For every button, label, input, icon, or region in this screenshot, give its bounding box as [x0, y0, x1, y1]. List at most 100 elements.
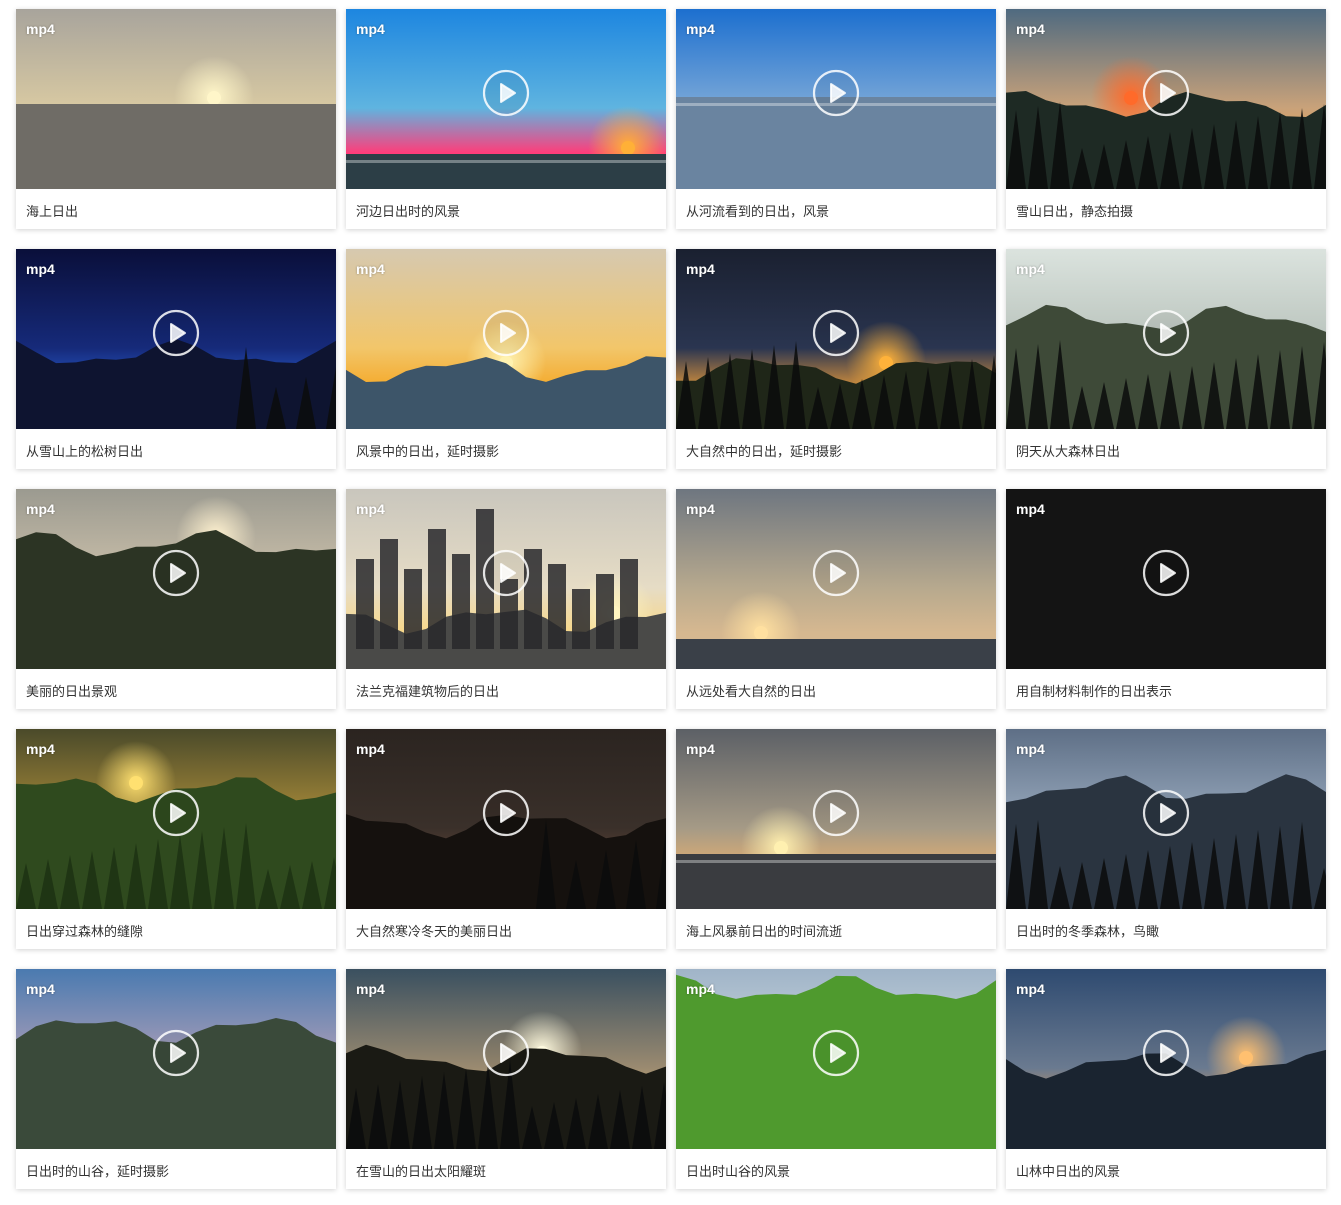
video-title[interactable]: 日出穿过森林的缝隙	[26, 921, 143, 940]
format-badge: mp4	[686, 981, 715, 997]
video-title[interactable]: 大自然寒冷冬天的美丽日出	[356, 921, 512, 940]
video-thumbnail[interactable]: mp4	[1006, 729, 1326, 909]
video-title[interactable]: 在雪山的日出太阳耀斑	[356, 1161, 486, 1180]
video-thumbnail[interactable]: mp4	[676, 9, 996, 189]
play-icon[interactable]	[152, 789, 200, 837]
play-icon[interactable]	[812, 1029, 860, 1077]
video-card-20[interactable]: mp4 山林中日出的风景	[1006, 969, 1326, 1189]
format-badge: mp4	[26, 501, 55, 517]
format-badge: mp4	[356, 21, 385, 37]
video-card-9[interactable]: mp4 美丽的日出景观	[16, 489, 336, 709]
video-card-18[interactable]: mp4 在雪山的日出太阳耀斑	[346, 969, 666, 1189]
video-title[interactable]: 法兰克福建筑物后的日出	[356, 681, 499, 700]
format-badge: mp4	[356, 261, 385, 277]
video-title[interactable]: 河边日出时的风景	[356, 201, 460, 220]
video-card-5[interactable]: mp4 从雪山上的松树日出	[16, 249, 336, 469]
video-thumbnail[interactable]: mp4	[1006, 9, 1326, 189]
video-title[interactable]: 日出时的冬季森林，鸟瞰	[1016, 921, 1159, 940]
format-badge: mp4	[26, 21, 55, 37]
video-thumbnail[interactable]: mp4	[346, 729, 666, 909]
video-card-11[interactable]: mp4 从远处看大自然的日出	[676, 489, 996, 709]
video-title[interactable]: 用自制材料制作的日出表示	[1016, 681, 1172, 700]
video-title[interactable]: 雪山日出，静态拍摄	[1016, 201, 1133, 220]
video-card-4[interactable]: mp4 雪山日出，静态拍摄	[1006, 9, 1326, 229]
video-card-10[interactable]: mp4 法兰克福建筑物后的日出	[346, 489, 666, 709]
play-icon[interactable]	[812, 69, 860, 117]
format-badge: mp4	[356, 981, 385, 997]
video-thumbnail[interactable]: mp4	[676, 489, 996, 669]
play-icon[interactable]	[482, 1029, 530, 1077]
video-thumbnail[interactable]: mp4	[676, 249, 996, 429]
play-icon[interactable]	[482, 549, 530, 597]
video-card-6[interactable]: mp4 风景中的日出，延时摄影	[346, 249, 666, 469]
video-thumbnail[interactable]: mp4	[1006, 969, 1326, 1149]
video-title[interactable]: 山林中日出的风景	[1016, 1161, 1120, 1180]
play-icon[interactable]	[812, 309, 860, 357]
video-card-19[interactable]: mp4 日出时山谷的风景	[676, 969, 996, 1189]
play-icon[interactable]	[482, 309, 530, 357]
format-badge: mp4	[686, 501, 715, 517]
video-title[interactable]: 海上风暴前日出的时间流逝	[686, 921, 842, 940]
video-thumbnail[interactable]: mp4	[16, 9, 336, 189]
video-card-17[interactable]: mp4 日出时的山谷，延时摄影	[16, 969, 336, 1189]
video-title[interactable]: 海上日出	[26, 201, 78, 220]
play-icon[interactable]	[482, 789, 530, 837]
format-badge: mp4	[356, 501, 385, 517]
video-thumbnail[interactable]: mp4	[346, 9, 666, 189]
video-title[interactable]: 从河流看到的日出，风景	[686, 201, 829, 220]
video-card-3[interactable]: mp4 从河流看到的日出，风景	[676, 9, 996, 229]
video-title[interactable]: 美丽的日出景观	[26, 681, 117, 700]
video-thumbnail[interactable]: mp4	[346, 489, 666, 669]
play-icon[interactable]	[1142, 69, 1190, 117]
video-card-16[interactable]: mp4 日出时的冬季森林，鸟瞰	[1006, 729, 1326, 949]
format-badge: mp4	[26, 741, 55, 757]
video-card-13[interactable]: mp4 日出穿过森林的缝隙	[16, 729, 336, 949]
video-title[interactable]: 从雪山上的松树日出	[26, 441, 143, 460]
video-title[interactable]: 阴天从大森林日出	[1016, 441, 1120, 460]
video-title[interactable]: 大自然中的日出，延时摄影	[686, 441, 842, 460]
play-icon[interactable]	[1142, 549, 1190, 597]
video-thumbnail[interactable]: mp4	[346, 969, 666, 1149]
video-thumbnail[interactable]: mp4	[346, 249, 666, 429]
format-badge: mp4	[1016, 981, 1045, 997]
play-icon[interactable]	[812, 549, 860, 597]
format-badge: mp4	[686, 741, 715, 757]
video-thumbnail[interactable]: mp4	[16, 249, 336, 429]
video-card-2[interactable]: mp4 河边日出时的风景	[346, 9, 666, 229]
video-title[interactable]: 从远处看大自然的日出	[686, 681, 816, 700]
video-title[interactable]: 日出时山谷的风景	[686, 1161, 790, 1180]
video-thumbnail[interactable]: mp4	[16, 729, 336, 909]
video-thumbnail[interactable]: mp4	[16, 489, 336, 669]
format-badge: mp4	[686, 21, 715, 37]
video-card-1[interactable]: mp4 海上日出	[16, 9, 336, 229]
format-badge: mp4	[1016, 501, 1045, 517]
thumbnail-image	[16, 9, 336, 189]
play-icon[interactable]	[152, 309, 200, 357]
format-badge: mp4	[26, 981, 55, 997]
video-card-7[interactable]: mp4 大自然中的日出，延时摄影	[676, 249, 996, 469]
video-card-8[interactable]: mp4 阴天从大森林日出	[1006, 249, 1326, 469]
play-icon[interactable]	[1142, 789, 1190, 837]
format-badge: mp4	[26, 261, 55, 277]
video-grid: mp4 海上日出 mp4 河边日出时的风景 mp4 从河流看到的日出，风景 mp…	[16, 9, 1326, 1189]
play-icon[interactable]	[482, 69, 530, 117]
play-icon[interactable]	[812, 789, 860, 837]
video-card-15[interactable]: mp4 海上风暴前日出的时间流逝	[676, 729, 996, 949]
format-badge: mp4	[356, 741, 385, 757]
format-badge: mp4	[1016, 261, 1045, 277]
play-icon[interactable]	[152, 549, 200, 597]
video-title[interactable]: 日出时的山谷，延时摄影	[26, 1161, 169, 1180]
play-icon[interactable]	[1142, 1029, 1190, 1077]
format-badge: mp4	[686, 261, 715, 277]
format-badge: mp4	[1016, 21, 1045, 37]
video-thumbnail[interactable]: mp4	[16, 969, 336, 1149]
video-thumbnail[interactable]: mp4	[676, 969, 996, 1149]
video-thumbnail[interactable]: mp4	[1006, 249, 1326, 429]
video-card-12[interactable]: mp4 用自制材料制作的日出表示	[1006, 489, 1326, 709]
video-title[interactable]: 风景中的日出，延时摄影	[356, 441, 499, 460]
play-icon[interactable]	[1142, 309, 1190, 357]
video-card-14[interactable]: mp4 大自然寒冷冬天的美丽日出	[346, 729, 666, 949]
video-thumbnail[interactable]: mp4	[676, 729, 996, 909]
play-icon[interactable]	[152, 1029, 200, 1077]
video-thumbnail[interactable]: mp4	[1006, 489, 1326, 669]
